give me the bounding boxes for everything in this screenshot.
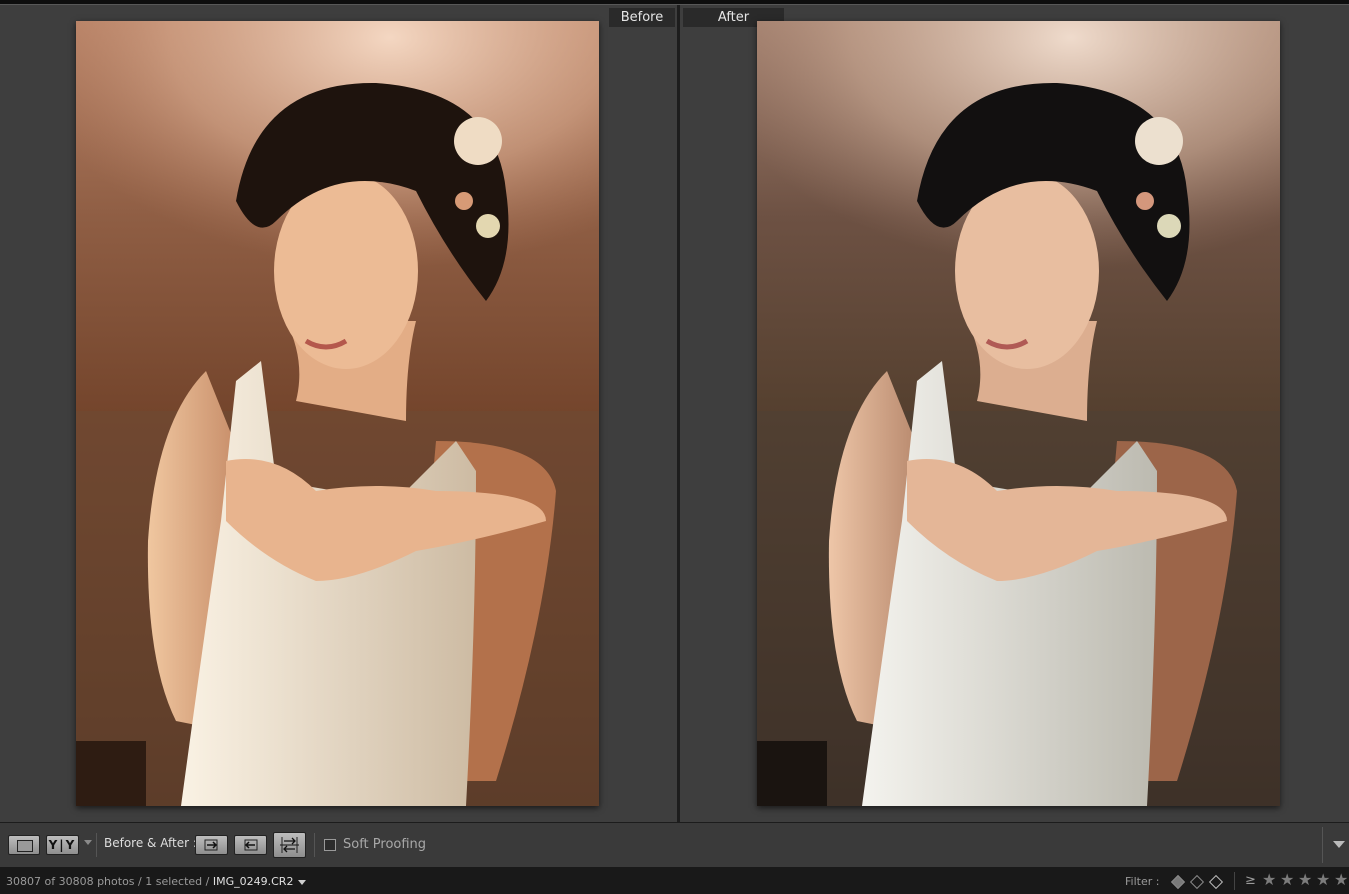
view-mode-dropdown-icon[interactable]: [84, 840, 92, 845]
star-4-icon[interactable]: ★: [1316, 872, 1330, 888]
loupe-view-icon: [17, 840, 33, 852]
star-2-icon[interactable]: ★: [1280, 872, 1294, 888]
after-photo[interactable]: [757, 21, 1280, 806]
toolbar-separator: [96, 833, 97, 857]
filmstrip-status-bar: 30807 of 30808 photos / 1 selected / IMG…: [0, 867, 1349, 894]
copy-after-to-before-button[interactable]: [234, 835, 267, 855]
before-photo[interactable]: [76, 21, 599, 806]
after-pane: After: [680, 5, 1349, 822]
rating-operator[interactable]: ≥: [1245, 873, 1256, 888]
flag-rejected-filter-icon[interactable]: [1208, 874, 1224, 890]
copy-before-to-after-button[interactable]: [195, 835, 228, 855]
copy-before-to-after-icon: [204, 839, 218, 851]
swap-before-after-button[interactable]: [273, 832, 306, 858]
star-5-icon[interactable]: ★: [1334, 872, 1348, 888]
before-label: Before: [609, 8, 675, 27]
soft-proofing-checkbox[interactable]: [324, 839, 336, 851]
loupe-view-button[interactable]: [8, 835, 40, 855]
swap-before-after-icon: [280, 837, 299, 853]
filename-dropdown-icon[interactable]: [298, 879, 307, 885]
after-photo-image: [757, 21, 1280, 806]
before-after-label: Before & After :: [104, 836, 197, 850]
before-after-view-button[interactable]: Y|Y: [46, 835, 79, 855]
star-3-icon[interactable]: ★: [1298, 872, 1312, 888]
before-photo-image: [76, 21, 599, 806]
toolbar-content-menu-icon[interactable]: [1333, 841, 1345, 848]
star-1-icon[interactable]: ★: [1262, 872, 1276, 888]
before-after-yy-icon: Y|Y: [48, 838, 77, 852]
copy-after-to-before-icon: [244, 839, 258, 851]
photo-count: 30807 of 30808 photos / 1 selected /: [6, 875, 210, 888]
toolbar-separator: [314, 833, 315, 857]
filter-label: Filter :: [1125, 875, 1160, 888]
photo-count-text: 30807 of 30808 photos / 1 selected / IMG…: [6, 875, 307, 888]
soft-proofing-label[interactable]: Soft Proofing: [343, 837, 426, 852]
flag-picked-filter-icon[interactable]: [1170, 874, 1186, 890]
compare-toolbar: Y|Y Before & After : Soft Proofing: [0, 822, 1349, 868]
current-filename[interactable]: IMG_0249.CR2: [213, 875, 294, 888]
before-pane: Before: [0, 5, 677, 822]
flag-unflagged-filter-icon[interactable]: [1189, 874, 1205, 890]
toolbar-separator: [1322, 827, 1323, 863]
filter-separator: [1234, 872, 1235, 890]
